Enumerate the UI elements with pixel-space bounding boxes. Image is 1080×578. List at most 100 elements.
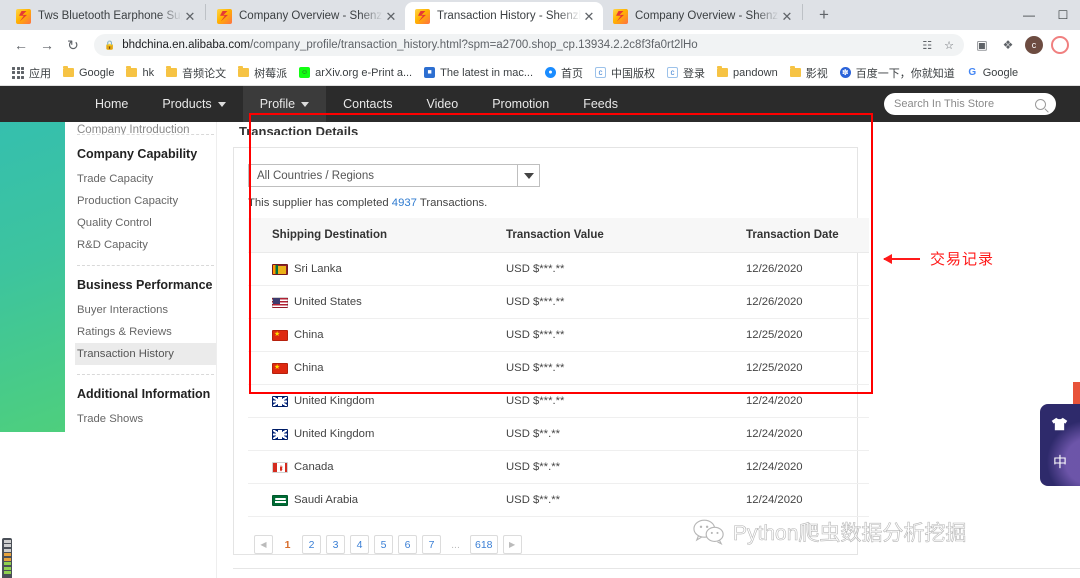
floating-promo-widget[interactable]: 中	[1040, 404, 1080, 486]
cell-date: 12/25/2020	[746, 318, 869, 352]
store-search-input[interactable]: Search In This Store	[884, 93, 1056, 115]
store-nav-products[interactable]: Products	[145, 86, 242, 122]
bookmark-hk-folder[interactable]: hk	[120, 63, 160, 83]
store-nav-home[interactable]: Home	[78, 86, 145, 122]
bookmark-google-folder[interactable]: Google	[57, 63, 120, 83]
translate-icon[interactable]: ☷	[922, 39, 932, 52]
browser-tab-2[interactable]: Company Overview - Shenzhe ✕	[207, 2, 405, 30]
cell-date: 12/24/2020	[746, 483, 869, 517]
sidebar-item-rd-capacity[interactable]: R&D Capacity	[75, 234, 216, 256]
bookmark-star-icon[interactable]: ☆	[944, 39, 954, 52]
cell-destination: United Kingdom	[248, 384, 506, 418]
destination-label: United States	[294, 296, 362, 308]
bookmark-homepage[interactable]: ● 首页	[539, 63, 589, 83]
bookmark-google[interactable]: G Google	[961, 63, 1024, 83]
bookmark-login[interactable]: c 登录	[661, 63, 711, 83]
store-nav-profile[interactable]: Profile	[242, 86, 327, 122]
bookmark-audio-papers-folder[interactable]: 音频论文	[160, 63, 232, 83]
sidebar-item-buyer-interactions[interactable]: Buyer Interactions	[75, 299, 216, 321]
country-filter-dropdown[interactable]: All Countries / Regions	[248, 164, 540, 187]
minimize-icon[interactable]: —	[1012, 0, 1046, 30]
sidebar-item-ratings-reviews[interactable]: Ratings & Reviews	[75, 321, 216, 343]
search-icon[interactable]	[1035, 98, 1046, 110]
bookmark-label: pandown	[733, 66, 778, 79]
close-icon[interactable]: ✕	[383, 8, 399, 24]
news-icon: ■	[424, 67, 436, 78]
reload-icon[interactable]: ↻	[60, 32, 86, 58]
cell-destination: China	[248, 351, 506, 385]
widget-edge-accent	[1073, 382, 1080, 404]
pagination-page-5[interactable]: 5	[374, 535, 393, 554]
bookmark-arxiv[interactable]: ☺ arXiv.org e-Print a...	[293, 63, 418, 83]
pagination-page-3[interactable]: 3	[326, 535, 345, 554]
back-icon[interactable]: ←	[8, 32, 34, 58]
browser-tab-1[interactable]: Tws Bluetooth Earphone Supp ✕	[6, 2, 204, 30]
close-icon[interactable]: ✕	[581, 8, 597, 24]
second-profile-avatar[interactable]	[1048, 33, 1072, 57]
close-icon[interactable]: ✕	[779, 8, 795, 24]
pagination-page-1[interactable]: 1	[278, 535, 297, 554]
bookmark-label: 登录	[683, 67, 706, 80]
cell-date: 12/25/2020	[746, 351, 869, 385]
chevron-down-icon[interactable]	[517, 165, 539, 186]
sidebar-item-trade-shows[interactable]: Trade Shows	[75, 408, 216, 430]
sidebar-item-quality-control[interactable]: Quality Control	[75, 212, 216, 234]
pagination-page-last[interactable]: 618	[470, 535, 498, 554]
store-search-placeholder: Search In This Store	[894, 98, 995, 110]
bookmark-raspberry-folder[interactable]: 树莓派	[232, 63, 293, 83]
pagination-page-7[interactable]: 7	[422, 535, 441, 554]
pagination-next-button[interactable]: ▶	[502, 535, 522, 554]
store-nav-feeds[interactable]: Feeds	[566, 86, 635, 122]
pagination-page-2[interactable]: 2	[302, 535, 321, 554]
bookmark-label: arXiv.org e-Print a...	[315, 66, 413, 79]
bookmark-china-copyright[interactable]: c 中国版权	[589, 63, 661, 83]
blue-circle-icon: ●	[545, 67, 557, 78]
bookmark-pandown-folder[interactable]: pandown	[711, 63, 784, 83]
cell-value: USD $***.**	[506, 285, 746, 319]
destination-label: Canada	[294, 461, 334, 473]
folder-icon	[166, 66, 178, 77]
bookmark-label: 首页	[561, 67, 584, 80]
bookmark-apps[interactable]: 应用	[6, 63, 57, 83]
close-icon[interactable]: ✕	[182, 8, 198, 24]
reading-list-icon[interactable]: ▣	[970, 33, 994, 57]
profile-avatar[interactable]: c	[1022, 33, 1046, 57]
store-nav-video[interactable]: Video	[409, 86, 475, 122]
cell-date: 12/26/2020	[746, 252, 869, 286]
pagination-page-6[interactable]: 6	[398, 535, 417, 554]
maximize-icon[interactable]: ☐	[1046, 0, 1080, 30]
bookmark-label: 百度一下，你就知道	[855, 67, 955, 80]
table-row: Saudi Arabia USD $**.** 12/24/2020	[248, 483, 869, 517]
browser-tab-4[interactable]: Company Overview - Shenzhe ✕	[603, 2, 801, 30]
store-nav-contacts[interactable]: Contacts	[326, 86, 409, 122]
country-filter-value: All Countries / Regions	[257, 169, 374, 182]
pagination-page-4[interactable]: 4	[350, 535, 369, 554]
taskbar-indicator	[2, 538, 12, 578]
alibaba-favicon	[217, 8, 232, 24]
cell-date: 12/26/2020	[746, 285, 869, 319]
folder-icon	[789, 66, 801, 77]
bookmark-baidu[interactable]: ✽ 百度一下，你就知道	[834, 63, 961, 83]
google-g-icon: G	[966, 67, 978, 78]
bookmark-video-folder[interactable]: 影视	[784, 63, 834, 83]
sidebar-item-transaction-history[interactable]: Transaction History	[75, 343, 216, 365]
transaction-table: Shipping Destination Transaction Value T…	[248, 218, 869, 517]
new-tab-button[interactable]: +	[810, 1, 838, 29]
pagination-prev-button[interactable]: ◀	[254, 535, 273, 554]
address-bar[interactable]: 🔒 bhdchina.en.alibaba.com /company_profi…	[94, 34, 964, 56]
sidebar-item-production-capacity[interactable]: Production Capacity	[75, 190, 216, 212]
page-bottom-divider	[233, 568, 1080, 569]
store-nav-label: Profile	[259, 97, 296, 111]
browser-tab-3-active[interactable]: Transaction History - Shenzhe ✕	[405, 2, 603, 30]
bookmark-macrumors[interactable]: ■ The latest in mac...	[418, 63, 539, 83]
cell-destination: Canada	[248, 450, 506, 484]
forward-icon[interactable]: →	[34, 32, 60, 58]
watermark-text: Python爬虫数据分析挖掘	[733, 522, 967, 546]
main-content: Transaction Details All Countries / Regi…	[217, 122, 1080, 578]
sidebar-item-trade-capacity[interactable]: Trade Capacity	[75, 168, 216, 190]
chevron-down-icon	[217, 101, 226, 107]
column-header-destination: Shipping Destination	[248, 218, 506, 253]
store-nav-promotion[interactable]: Promotion	[475, 86, 566, 122]
extensions-puzzle-icon[interactable]: ❖	[996, 33, 1020, 57]
sidebar-item-company-introduction[interactable]: Company Introduction	[75, 122, 216, 134]
